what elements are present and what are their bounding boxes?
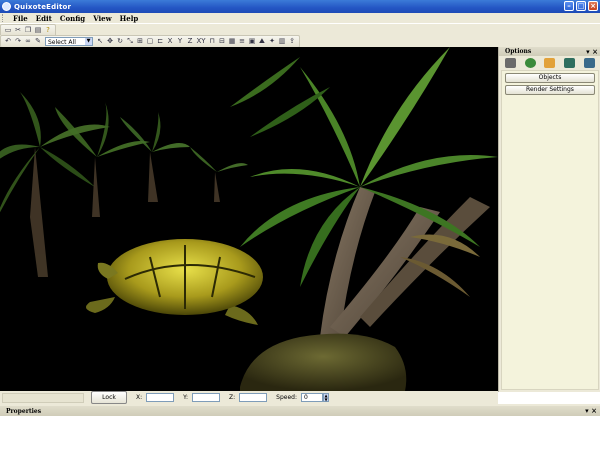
menu-view[interactable]: View — [89, 14, 115, 23]
options-panel: Options ▾ × Objects Render Settings — [498, 47, 600, 392]
y-field[interactable] — [192, 393, 221, 402]
properties-header: Properties ▾ × — [0, 406, 600, 416]
terrain-icon[interactable]: ⛰ — [258, 37, 266, 45]
camera-icon[interactable]: ▣ — [248, 37, 256, 45]
layers-icon[interactable]: ≡ — [238, 37, 246, 45]
axis-y-icon[interactable]: Y — [176, 37, 184, 45]
help-icon[interactable]: ? — [44, 26, 52, 34]
axis-x-icon[interactable]: X — [166, 37, 174, 45]
select-mode-value: Select All — [48, 38, 76, 46]
cut-icon[interactable]: ✂ — [14, 26, 22, 34]
maximize-button[interactable]: □ — [576, 1, 586, 11]
image-tab-icon[interactable] — [564, 57, 576, 68]
align-icon[interactable]: ⊞ — [136, 37, 144, 45]
snap-icon[interactable]: ⊏ — [156, 37, 164, 45]
pointer-icon[interactable]: ↖ — [96, 37, 104, 45]
speed-field[interactable]: 0 — [301, 393, 324, 402]
camera-tab-icon[interactable] — [505, 57, 517, 68]
export-icon[interactable]: ⇪ — [288, 37, 296, 45]
z-label: Z: — [229, 394, 236, 401]
options-header: Options ▾ × — [499, 47, 600, 56]
close-button[interactable]: × — [588, 1, 598, 11]
select-mode-dropdown[interactable]: Select All ▼ — [45, 36, 93, 46]
render-settings-button[interactable]: Render Settings — [505, 85, 595, 95]
objects-button[interactable]: Objects — [505, 73, 595, 83]
cube-tab-icon[interactable] — [583, 57, 595, 68]
frame-icon[interactable]: ▢ — [146, 37, 154, 45]
menu-help[interactable]: Help — [116, 14, 143, 23]
menu-config[interactable]: Config — [56, 14, 89, 23]
options-title: Options — [505, 48, 532, 55]
rotate-icon[interactable]: ↻ — [116, 37, 124, 45]
wireframe-icon[interactable]: ⊟ — [218, 37, 226, 45]
options-content: Objects Render Settings — [501, 70, 599, 390]
redo-icon[interactable]: ↷ — [14, 37, 22, 45]
globe-tab-icon[interactable] — [524, 57, 536, 68]
undo-icon[interactable]: ↶ — [4, 37, 12, 45]
link-icon[interactable]: ∞ — [24, 37, 32, 45]
menu-bar: File Edit Config View Help — [0, 13, 600, 23]
edit-toolbar: ↶ ↷ ∞ ✎ Select All ▼ ↖ ✥ ↻ ⤡ ⊞ ▢ ⊏ X Y Z… — [0, 34, 600, 48]
save-view-icon[interactable]: ▥ — [278, 37, 286, 45]
status-bar: Lock Select X: Y: Z: Speed: 0 ▲▼ — [0, 391, 498, 412]
move-icon[interactable]: ✥ — [106, 37, 114, 45]
light-icon[interactable]: ✦ — [268, 37, 276, 45]
options-tabs — [499, 56, 600, 69]
options-controls[interactable]: ▾ × — [586, 47, 598, 56]
paste-icon[interactable]: ▤ — [34, 26, 42, 34]
chevron-down-icon[interactable]: ▼ — [85, 37, 92, 45]
minimize-button[interactable]: – — [564, 1, 574, 11]
window-title: QuixoteEditor — [14, 2, 72, 11]
app-icon — [2, 2, 11, 11]
menu-edit[interactable]: Edit — [32, 14, 56, 23]
grid-icon[interactable]: ▦ — [228, 37, 236, 45]
pencil-tab-icon[interactable] — [544, 57, 556, 68]
scene-render — [0, 47, 498, 391]
new-file-icon[interactable]: ▭ — [4, 26, 12, 34]
scene-viewport[interactable] — [0, 47, 498, 391]
menu-grip — [2, 14, 6, 22]
y-label: Y: — [183, 394, 189, 401]
scale-icon[interactable]: ⤡ — [126, 37, 134, 45]
status-message-area — [2, 392, 84, 403]
copy-icon[interactable]: ❐ — [24, 26, 32, 34]
window-controls: – □ × — [564, 1, 598, 11]
properties-title: Properties — [6, 407, 42, 415]
speed-label: Speed: — [276, 394, 298, 401]
lock-axis-icon[interactable]: ⊓ — [208, 37, 216, 45]
x-label: X: — [136, 394, 143, 401]
lock-select-button[interactable]: Lock Select — [91, 391, 127, 412]
z-field[interactable] — [239, 393, 268, 402]
speed-spinner[interactable]: ▲ ▼ — [323, 393, 330, 402]
axis-xy-icon[interactable]: XY — [196, 37, 206, 45]
edit-toolbar-group: ↶ ↷ ∞ ✎ Select All ▼ ↖ ✥ ↻ ⤡ ⊞ ▢ ⊏ X Y Z… — [0, 34, 300, 48]
title-bar: QuixoteEditor – □ × — [0, 0, 600, 13]
properties-controls[interactable]: ▾ × — [585, 406, 597, 416]
menu-file[interactable]: File — [9, 14, 32, 23]
axis-z-icon[interactable]: Z — [186, 37, 194, 45]
x-field[interactable] — [146, 393, 175, 402]
brush-icon[interactable]: ✎ — [34, 37, 42, 45]
